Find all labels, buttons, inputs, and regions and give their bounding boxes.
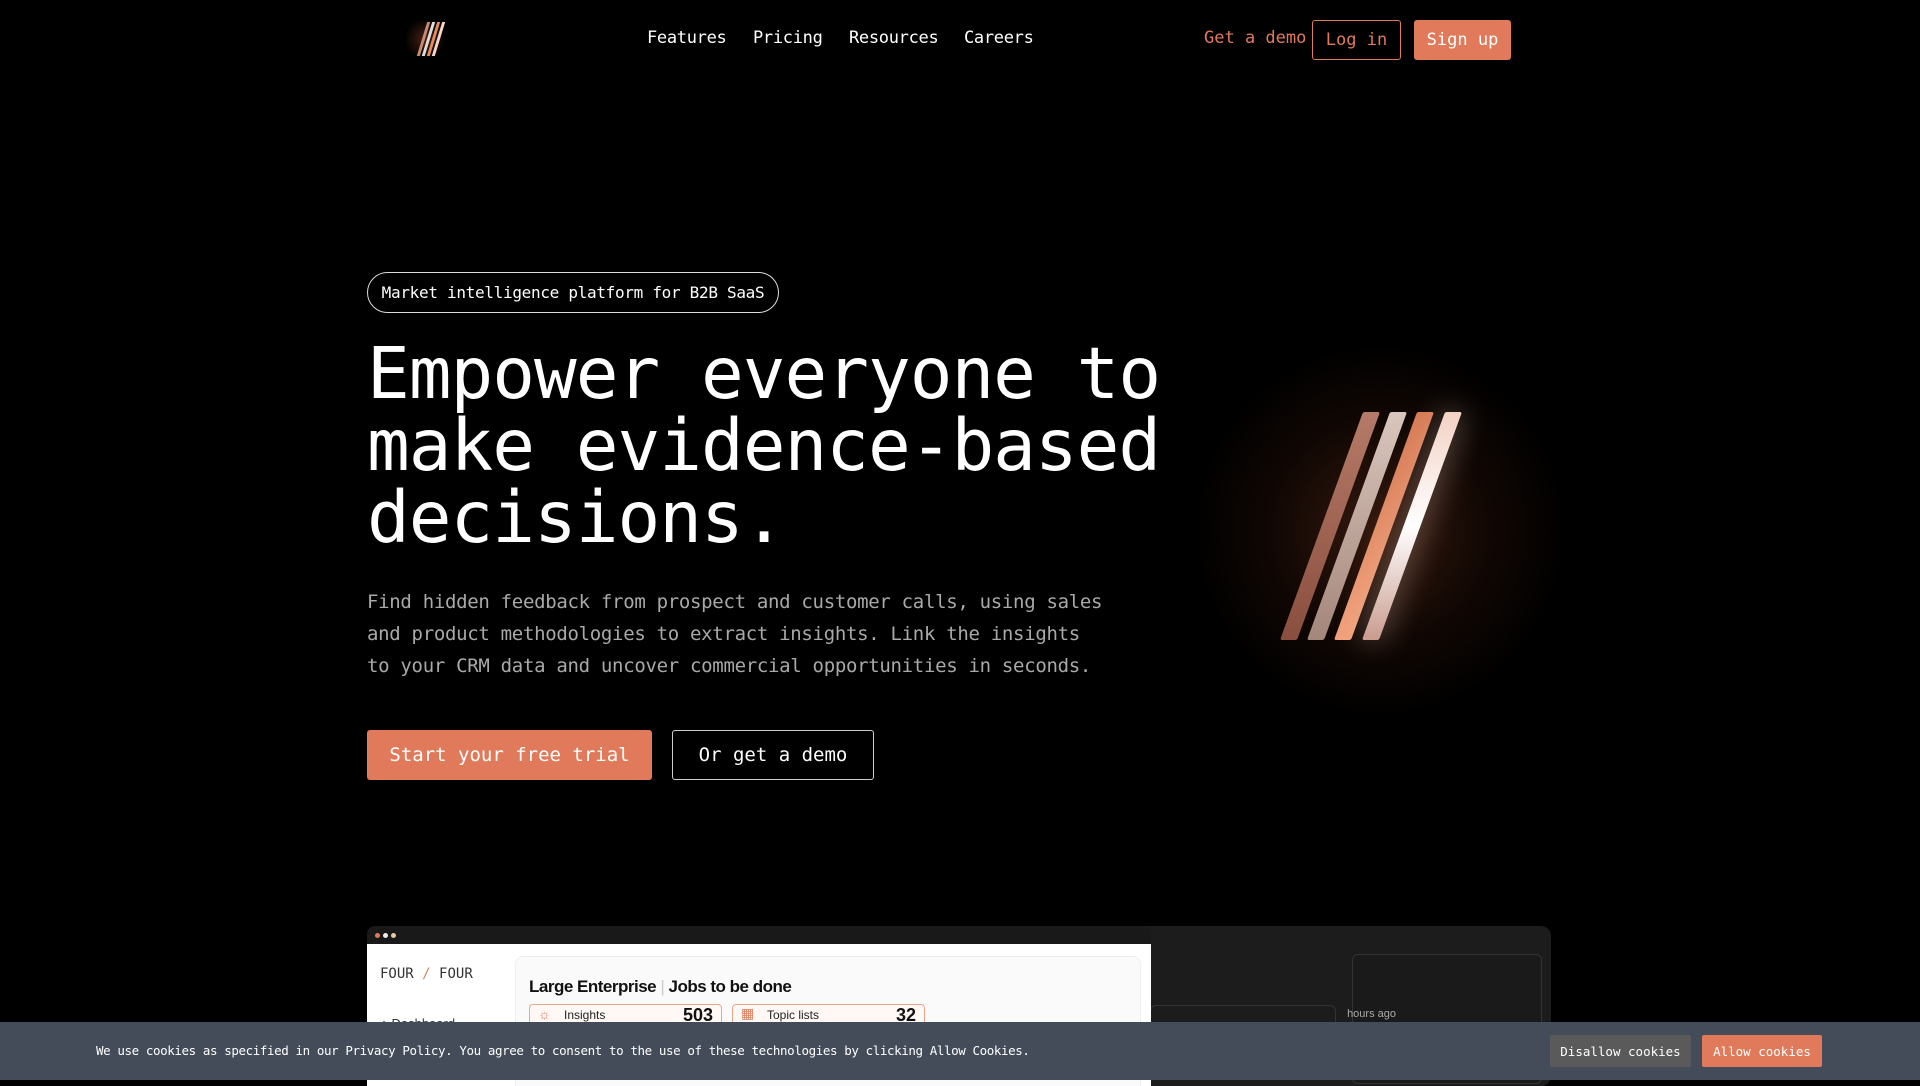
insights-label: Insights bbox=[564, 1008, 606, 1022]
preview-title: Large Enterprise | Jobs to be done bbox=[529, 977, 792, 996]
hero-title-line: decisions. bbox=[367, 476, 785, 559]
login-button[interactable]: Log in bbox=[1312, 20, 1401, 60]
logo[interactable] bbox=[405, 18, 446, 60]
nav-resources[interactable]: Resources bbox=[849, 28, 939, 48]
disallow-cookies-button[interactable]: Disallow cookies bbox=[1550, 1035, 1691, 1067]
hero-description: Find hidden feedback from prospect and c… bbox=[367, 586, 1167, 682]
nav-pricing[interactable]: Pricing bbox=[753, 28, 823, 48]
signup-button[interactable]: Sign up bbox=[1414, 20, 1511, 60]
cookie-text: We use cookies as specified in our Priva… bbox=[96, 1043, 1030, 1058]
time-text: hours ago bbox=[1347, 1008, 1396, 1020]
hero-title: Empower everyone to make evidence-based … bbox=[367, 332, 1161, 559]
hero-title-line: Empower everyone to bbox=[367, 332, 1161, 415]
topic-lists-label: Topic lists bbox=[767, 1008, 820, 1022]
nav-careers[interactable]: Careers bbox=[964, 28, 1034, 48]
description-line: and product methodologies to extract ins… bbox=[367, 623, 1080, 645]
allow-cookies-button[interactable]: Allow cookies bbox=[1702, 1035, 1822, 1067]
sun-icon: ☼ bbox=[538, 1006, 551, 1022]
start-trial-button[interactable]: Start your free trial bbox=[367, 730, 652, 780]
description-line: Find hidden feedback from prospect and c… bbox=[367, 591, 1103, 613]
hero-badge: Market intelligence platform for B2B Saa… bbox=[367, 272, 779, 313]
cookie-banner: We use cookies as specified in our Priva… bbox=[0, 1022, 1920, 1080]
get-demo-button[interactable]: Or get a demo bbox=[672, 730, 874, 780]
grid-icon: ▦ bbox=[741, 1005, 755, 1021]
app-brand: FOUR / FOUR bbox=[380, 966, 473, 982]
nav-features[interactable]: Features bbox=[647, 28, 727, 48]
get-demo-link[interactable]: Get a demo bbox=[1204, 28, 1306, 48]
description-line: to your CRM data and uncover commercial … bbox=[367, 655, 1092, 677]
hero-title-line: make evidence-based bbox=[367, 404, 1161, 487]
